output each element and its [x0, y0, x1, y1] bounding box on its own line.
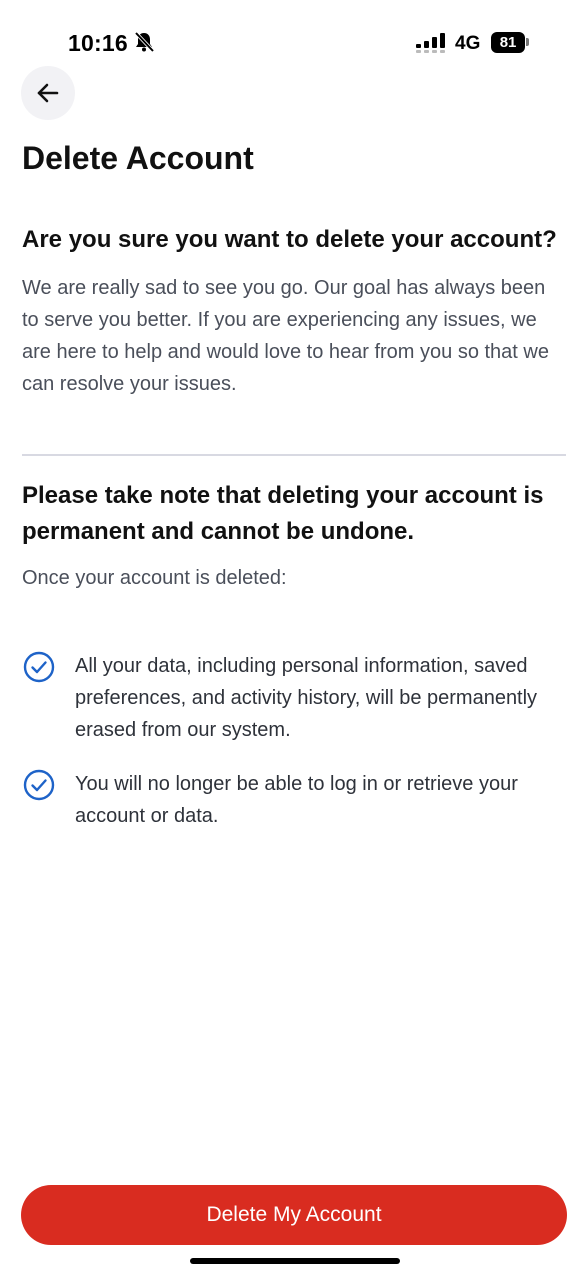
- divider: [22, 454, 566, 456]
- list-item-text: You will no longer be able to log in or …: [75, 773, 518, 827]
- battery-level: 81: [491, 31, 526, 53]
- confirm-body: We are really sad to see you go. Our goa…: [22, 277, 549, 395]
- warning-intro: Once your account is deleted:: [22, 567, 287, 589]
- list-item: All your data, including personal inform…: [22, 650, 567, 746]
- confirm-heading: Are you sure you want to delete your acc…: [22, 226, 557, 253]
- check-circle-icon: [23, 651, 55, 683]
- status-time: 10:16: [68, 30, 128, 56]
- battery-tip: [526, 38, 529, 46]
- arrow-left-icon: [37, 83, 59, 103]
- back-button[interactable]: [21, 66, 75, 120]
- check-circle-icon: [23, 769, 55, 801]
- home-indicator[interactable]: [190, 1258, 400, 1264]
- signal-icon: [416, 33, 445, 53]
- delete-account-button[interactable]: Delete My Account: [21, 1185, 567, 1245]
- list-item: You will no longer be able to log in or …: [22, 768, 567, 832]
- battery-icon: 81: [491, 31, 529, 53]
- confirm-section: Are you sure you want to delete your acc…: [22, 222, 562, 400]
- status-bar: 10:16 4G 81: [0, 0, 588, 80]
- network-type: 4G: [455, 33, 481, 54]
- bell-slash-icon: [134, 31, 155, 53]
- list-item-text: All your data, including personal inform…: [75, 655, 538, 741]
- warning-section: Please take note that deleting your acco…: [22, 478, 562, 594]
- warning-heading: Please take note that deleting your acco…: [22, 482, 544, 545]
- delete-account-screen: 10:16 4G 81 Delete Account Are you sure …: [0, 0, 588, 1276]
- page-title: Delete Account: [22, 140, 254, 176]
